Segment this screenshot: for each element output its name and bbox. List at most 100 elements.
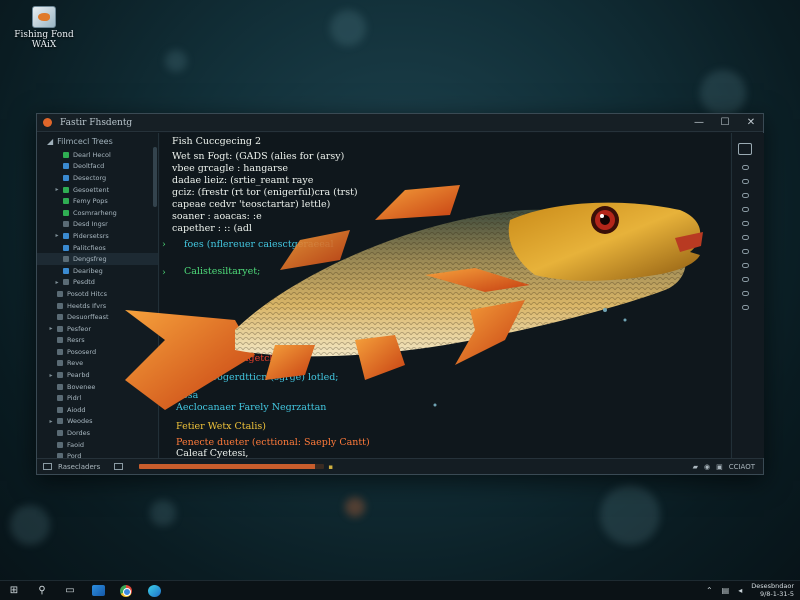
taskview-icon[interactable]: ▭ [56, 581, 84, 600]
rail-tool-icon[interactable] [742, 291, 749, 296]
code-line-16: Caleaf Cyetesi, [176, 448, 249, 458]
status-right: ▰ ◉ ▣ CCIAOT [693, 463, 763, 471]
window-controls: — ☐ ✕ [693, 117, 757, 128]
expand-arrow-icon[interactable]: ▸ [53, 232, 61, 239]
tree-item-label: Dengsfreg [73, 255, 107, 264]
status-bar: Rasecladers ▪ ▰ ◉ ▣ CCIAOT [37, 458, 763, 474]
expand-arrow-icon[interactable]: ▸ [47, 418, 55, 425]
expand-arrow-icon[interactable]: ▸ [53, 186, 61, 193]
file-icon [63, 163, 69, 170]
window-titlebar[interactable]: Fastir Fhsdentg — ☐ ✕ [37, 114, 763, 132]
rail-tool-icon[interactable] [742, 305, 749, 310]
layout-icon[interactable] [738, 143, 752, 155]
tree-item-label: Pearbd [67, 371, 90, 380]
rail-tool-icon[interactable] [742, 249, 749, 254]
tree-item-label: Pesdtd [73, 278, 95, 287]
clock-line-2: 9/8-1-31-5 [759, 589, 794, 598]
code-line-15: Penecte dueter (ecttional: Saeply Cantt) [176, 437, 370, 448]
tree-item-label: Aiodd [67, 405, 86, 414]
file-icon [63, 174, 69, 181]
expand-arrow-icon[interactable]: ▸ [53, 279, 61, 286]
tree-item-label: Weodes [67, 417, 93, 426]
status-icon-2[interactable]: ◉ [704, 463, 710, 471]
window-title: Fastir Fhsdentg [60, 117, 133, 128]
collapse-icon[interactable]: ◢ [47, 137, 53, 146]
file-icon [57, 372, 63, 379]
minimize-button[interactable]: — [693, 117, 705, 128]
status-right-text: CCIAOT [728, 462, 755, 471]
edge-icon [147, 584, 161, 597]
tree-item[interactable]: Dordes [37, 427, 158, 439]
file-icon [57, 337, 63, 344]
sidebar-header[interactable]: ◢ Filmcecl Trees [37, 135, 158, 149]
rail-tool-icon[interactable] [742, 235, 749, 240]
maximize-button[interactable]: ☐ [719, 117, 731, 128]
rail-tool-icon[interactable] [742, 263, 749, 268]
tree-item-label: Faoid [67, 440, 85, 449]
file-icon [63, 232, 69, 239]
status-left-label: Rasecladers [58, 462, 101, 471]
bokeh-5 [150, 500, 176, 526]
network-icon[interactable]: ▤ [722, 586, 730, 595]
fish-illustration [125, 185, 703, 410]
bokeh-3 [700, 70, 746, 116]
tree-item[interactable]: Dearl Hecol [37, 149, 158, 161]
tree-item-label: Pidrl [67, 394, 82, 403]
status-icon-1[interactable]: ▰ [693, 463, 698, 471]
bokeh-4 [600, 485, 660, 545]
chrome-icon [120, 584, 132, 597]
editor-heading: Fish Cuccgecing 2 [172, 136, 261, 147]
bokeh-1 [330, 10, 366, 46]
volume-icon[interactable]: ◂ [738, 586, 742, 595]
expand-arrow-icon[interactable]: ▸ [47, 372, 55, 379]
file-icon [63, 256, 69, 263]
tree-item-label: Desd Ingsr [73, 220, 108, 229]
tree-item[interactable]: Deoltfacd [37, 161, 158, 173]
tree-item-label: Femy Pops [73, 197, 108, 206]
rail-tool-icon[interactable] [742, 193, 749, 198]
tree-item-label: Pososerd [67, 347, 97, 356]
explorer-icon [91, 585, 105, 596]
file-icon [57, 290, 63, 297]
chevron-up-icon[interactable]: ⌃ [706, 586, 713, 595]
clock[interactable]: Desesbndaor 9/8-1-31-5 [751, 582, 794, 598]
code-line-1: Wet sn Fogt: (GADS (alies for (arsy) [172, 151, 345, 162]
bokeh-6 [345, 497, 365, 517]
tree-item-label: Palitcfieos [73, 243, 106, 252]
file-icon [63, 244, 69, 251]
search-icon[interactable]: ⚲ [28, 581, 56, 600]
bokeh-2 [165, 50, 187, 72]
tree-item-label: Desectorg [73, 173, 107, 182]
file-icon [63, 198, 69, 205]
rail-tool-icon[interactable] [742, 207, 749, 212]
code-line-2: vbee grcagle : hangarse [172, 163, 288, 174]
rail-tool-icon[interactable] [742, 277, 749, 282]
chrome-button[interactable] [112, 581, 140, 600]
expand-arrow-icon[interactable]: ▸ [47, 325, 55, 332]
rail-tool-icon[interactable] [742, 221, 749, 226]
rail-tool-icon[interactable] [742, 165, 749, 170]
taskbar: ⊞ ⚲ ▭ ⌃ ▤ ◂ Desesbndaor 9/8-1-31-5 [0, 580, 800, 600]
file-icon [57, 395, 63, 402]
start-button[interactable]: ⊞ [0, 581, 28, 600]
file-icon [57, 314, 63, 321]
tree-item[interactable]: Faoid [37, 439, 158, 451]
file-icon [57, 302, 63, 309]
status-icon-3[interactable]: ▣ [716, 463, 723, 471]
file-icon [63, 209, 69, 216]
desktop-shortcut[interactable]: Fishing Fond WAiX [8, 6, 80, 50]
close-button[interactable]: ✕ [745, 117, 757, 128]
file-icon [57, 325, 63, 332]
panel-icon[interactable] [114, 463, 124, 470]
tree-item-label: Resrs [67, 336, 85, 345]
terminal-icon[interactable] [43, 463, 52, 470]
file-icon [63, 151, 69, 158]
rail-tool-icon[interactable] [742, 179, 749, 184]
tree-item-label: Bovenee [67, 382, 96, 391]
explorer-button[interactable] [84, 581, 112, 600]
file-icon [57, 406, 63, 413]
edge-button[interactable] [140, 581, 168, 600]
tree-item[interactable]: Pord [37, 450, 158, 458]
tree-item-label: Deoltfacd [73, 162, 105, 171]
sidebar-title: Filmcecl Trees [57, 137, 113, 146]
